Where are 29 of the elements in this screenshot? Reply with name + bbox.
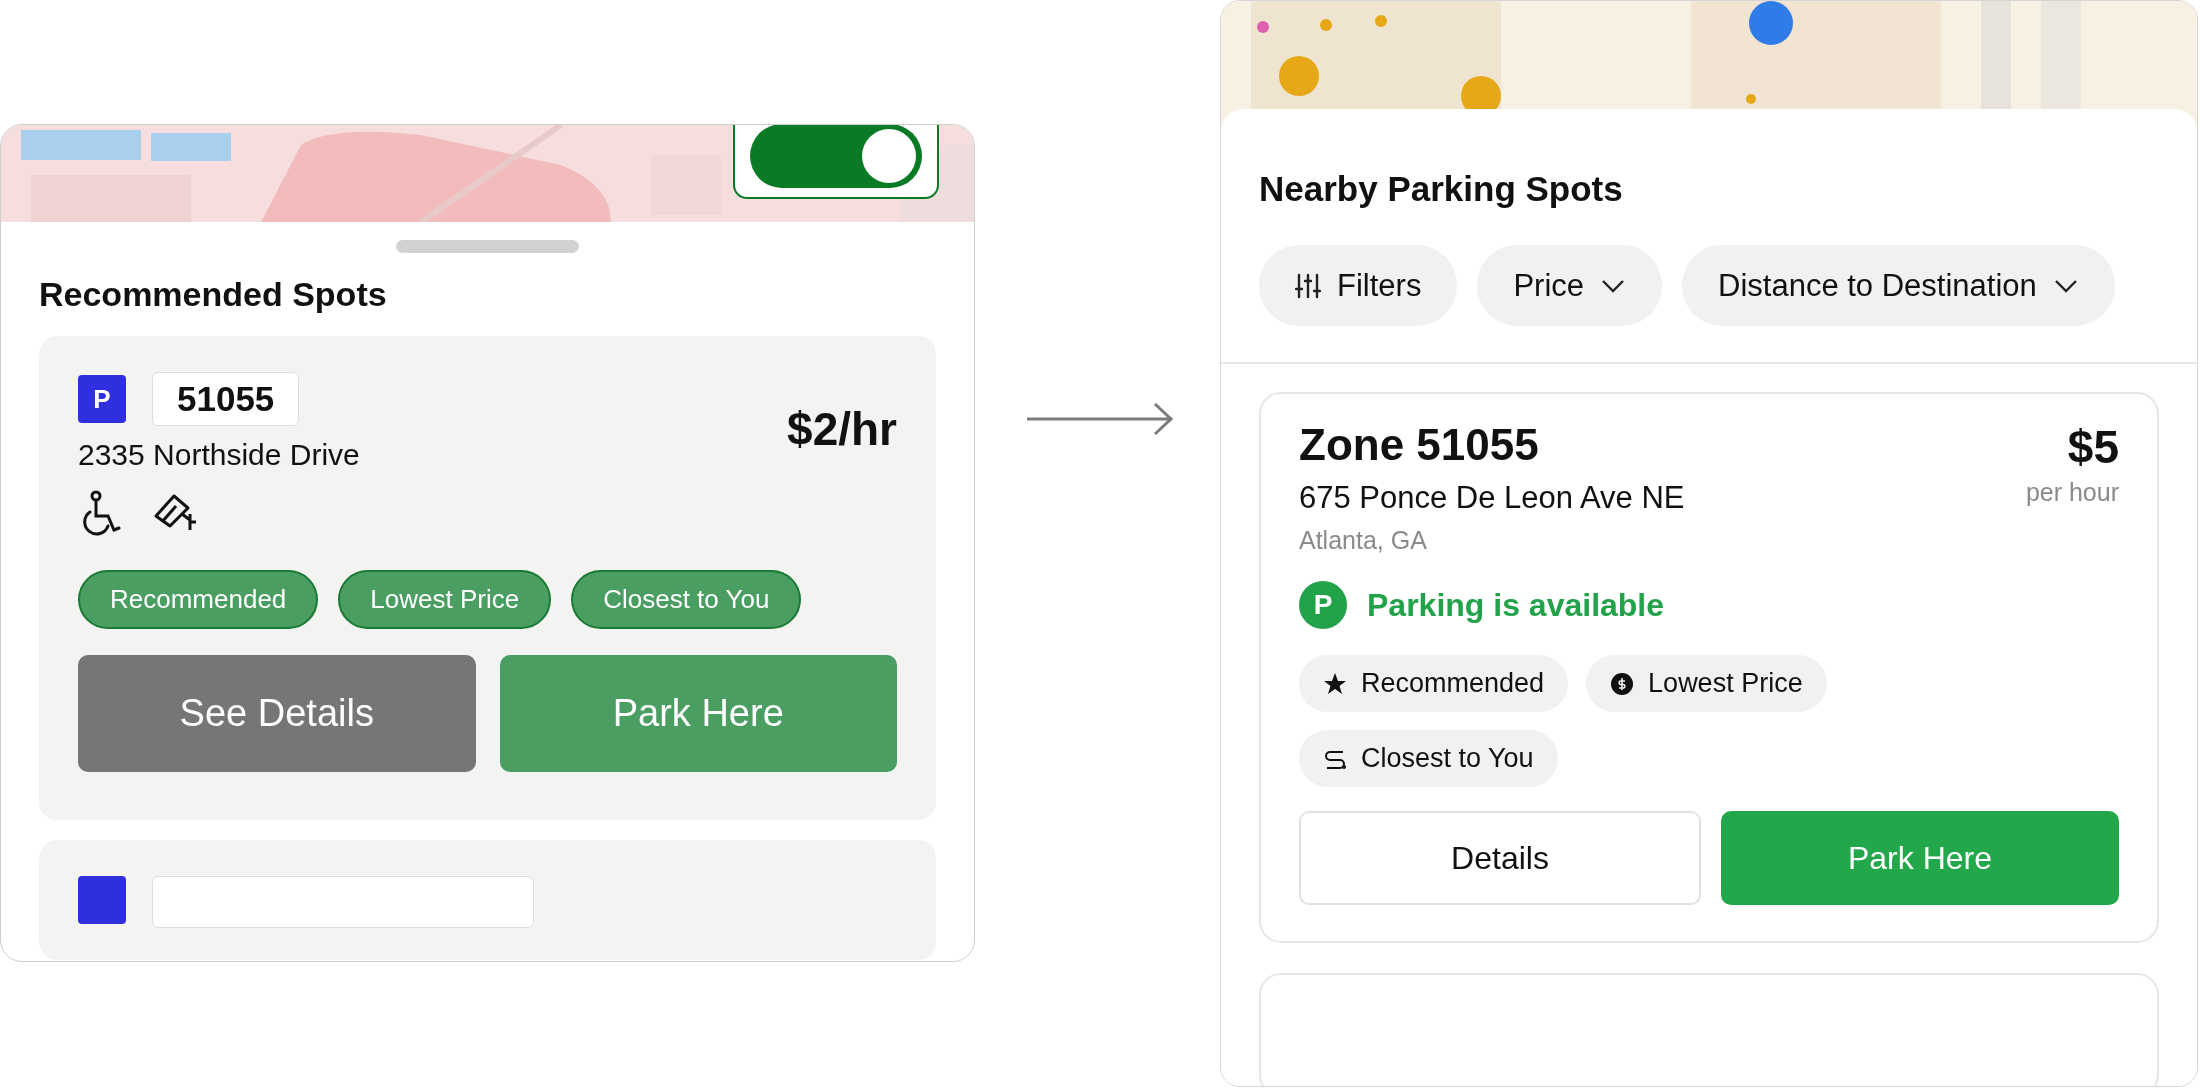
filters-chip[interactable]: Filters — [1259, 245, 1458, 326]
parking-badge: P — [78, 375, 126, 423]
parking-badge: P — [1299, 581, 1347, 629]
tag: Closest to You — [571, 570, 802, 629]
star-icon — [1323, 671, 1347, 696]
section-title: Nearby Parking Spots — [1259, 169, 1624, 209]
availability-status: Parking is available — [1367, 586, 1665, 624]
spot-address: 2335 Northside Drive — [78, 438, 360, 472]
zone-title: Zone 51055 — [1299, 420, 1540, 470]
tag: Recommended — [78, 570, 319, 629]
sliders-icon — [1295, 272, 1321, 299]
filter-dropdown[interactable]: Price — [1477, 245, 1663, 326]
spot-number: 51055 — [152, 372, 300, 426]
details-button[interactable]: See Details — [78, 655, 476, 772]
tag-label: Closest to You — [1361, 743, 1534, 774]
details-button[interactable]: Details — [1299, 811, 1701, 905]
parking-badge-icon — [78, 876, 126, 924]
drag-handle[interactable] — [396, 240, 579, 253]
section-title: Recommended Spots — [39, 275, 388, 314]
price: $5 — [2066, 420, 2119, 474]
spot-city: Atlanta, GA — [1299, 526, 1428, 555]
filter-dropdown[interactable]: Distance to Destination — [1682, 245, 2115, 326]
tag-label: Lowest Price — [1648, 668, 1803, 699]
price: $2/hr — [787, 402, 897, 457]
tag-label: Recommended — [1361, 668, 1545, 699]
spot-address: 675 Ponce De Leon Ave NE — [1299, 480, 1685, 516]
coin-icon — [1610, 671, 1635, 696]
price-unit: per hour — [2025, 478, 2119, 507]
tag: Lowest Price — [338, 570, 552, 629]
